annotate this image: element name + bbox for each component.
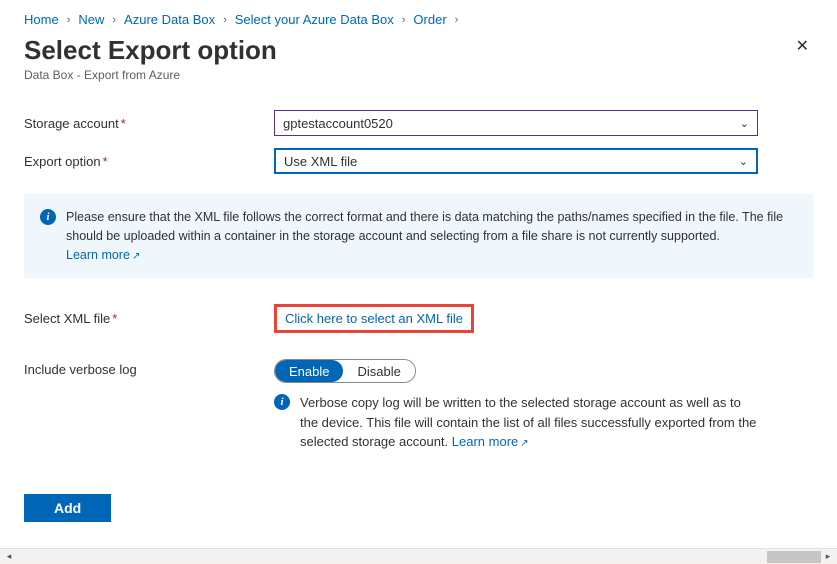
xml-format-info-text: Please ensure that the XML file follows …	[66, 210, 783, 243]
external-link-icon: ↗	[132, 251, 140, 262]
breadcrumb-new[interactable]: New	[78, 12, 104, 27]
breadcrumb: Home › New › Azure Data Box › Select you…	[24, 12, 813, 27]
export-option-value: Use XML file	[284, 154, 357, 169]
chevron-right-icon: ›	[402, 14, 406, 26]
scrollbar-track[interactable]	[16, 551, 821, 563]
scroll-left-arrow-icon[interactable]: ◂	[2, 551, 16, 562]
chevron-right-icon: ›	[455, 14, 459, 26]
chevron-down-icon: ⌄	[740, 117, 749, 130]
chevron-right-icon: ›	[67, 14, 71, 26]
verbose-disable-button[interactable]: Disable	[343, 360, 414, 382]
storage-account-dropdown[interactable]: gptestaccount0520 ⌄	[274, 110, 758, 136]
scroll-right-arrow-icon[interactable]: ▸	[821, 551, 835, 562]
chevron-down-icon: ⌄	[739, 155, 748, 168]
verbose-log-learn-more-link[interactable]: Learn more↗	[452, 434, 529, 449]
add-button[interactable]: Add	[24, 494, 111, 522]
page-title: Select Export option	[24, 35, 277, 66]
info-icon: i	[40, 209, 56, 225]
chevron-right-icon: ›	[112, 14, 116, 26]
horizontal-scrollbar[interactable]: ◂ ▸	[0, 548, 837, 564]
page-subtitle: Data Box - Export from Azure	[24, 68, 277, 82]
required-indicator: *	[103, 154, 108, 169]
verbose-enable-button[interactable]: Enable	[275, 360, 343, 382]
scrollbar-thumb[interactable]	[767, 551, 821, 563]
storage-account-value: gptestaccount0520	[283, 116, 393, 131]
export-option-label: Export option	[24, 154, 101, 169]
chevron-right-icon: ›	[223, 14, 227, 26]
external-link-icon: ↗	[520, 438, 528, 449]
required-indicator: *	[121, 116, 126, 131]
breadcrumb-order[interactable]: Order	[413, 12, 446, 27]
select-xml-file-link[interactable]: Click here to select an XML file	[285, 311, 463, 326]
select-xml-highlight: Click here to select an XML file	[274, 304, 474, 333]
verbose-log-toggle[interactable]: Enable Disable	[274, 359, 416, 383]
select-xml-file-label: Select XML file	[24, 311, 110, 326]
close-icon: ✕	[796, 38, 809, 55]
breadcrumb-azure-data-box[interactable]: Azure Data Box	[124, 12, 215, 27]
info-icon: i	[274, 394, 290, 410]
close-button[interactable]: ✕	[792, 35, 813, 59]
breadcrumb-select-your-data-box[interactable]: Select your Azure Data Box	[235, 12, 394, 27]
export-option-dropdown[interactable]: Use XML file ⌄	[274, 148, 758, 174]
storage-account-label: Storage account	[24, 116, 119, 131]
xml-format-learn-more-link[interactable]: Learn more↗	[66, 248, 140, 262]
required-indicator: *	[112, 311, 117, 326]
include-verbose-log-label: Include verbose log	[24, 362, 137, 377]
xml-format-info-box: i Please ensure that the XML file follow…	[24, 194, 813, 278]
breadcrumb-home[interactable]: Home	[24, 12, 59, 27]
